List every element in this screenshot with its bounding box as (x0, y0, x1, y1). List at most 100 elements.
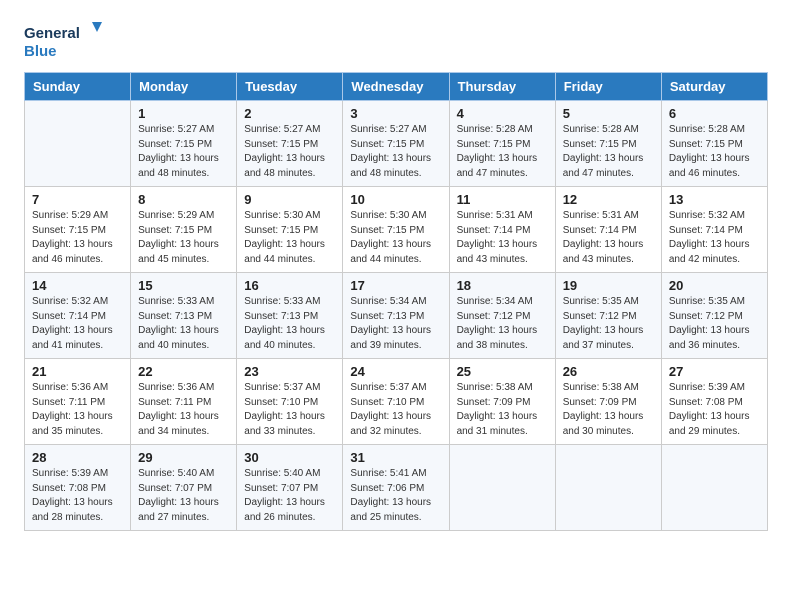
day-cell: 21 Sunrise: 5:36 AM Sunset: 7:11 PM Dayli… (25, 359, 131, 445)
day-info: Sunrise: 5:28 AM Sunset: 7:15 PM Dayligh… (457, 123, 548, 181)
day-number: 15 (138, 278, 229, 293)
day-number: 13 (669, 192, 760, 207)
day-info: Sunrise: 5:40 AM Sunset: 7:07 PM Dayligh… (244, 467, 335, 525)
day-number: 28 (32, 450, 123, 465)
day-cell: 23 Sunrise: 5:37 AM Sunset: 7:10 PM Dayli… (237, 359, 343, 445)
day-cell: 3 Sunrise: 5:27 AM Sunset: 7:15 PM Daylig… (343, 101, 449, 187)
day-number: 2 (244, 106, 335, 121)
day-cell: 12 Sunrise: 5:31 AM Sunset: 7:14 PM Dayli… (555, 187, 661, 273)
day-info: Sunrise: 5:37 AM Sunset: 7:10 PM Dayligh… (244, 381, 335, 439)
day-number: 11 (457, 192, 548, 207)
day-info: Sunrise: 5:36 AM Sunset: 7:11 PM Dayligh… (32, 381, 123, 439)
day-info: Sunrise: 5:28 AM Sunset: 7:15 PM Dayligh… (669, 123, 760, 181)
day-number: 22 (138, 364, 229, 379)
header-cell-wednesday: Wednesday (343, 73, 449, 101)
header-cell-saturday: Saturday (661, 73, 767, 101)
day-number: 30 (244, 450, 335, 465)
day-number: 7 (32, 192, 123, 207)
day-cell: 29 Sunrise: 5:40 AM Sunset: 7:07 PM Dayli… (131, 445, 237, 531)
week-row-4: 21 Sunrise: 5:36 AM Sunset: 7:11 PM Dayli… (25, 359, 768, 445)
day-cell: 16Sunrise: 5:33 AM Sunset: 7:13 PM Dayli… (237, 273, 343, 359)
day-cell: 11Sunrise: 5:31 AM Sunset: 7:14 PM Dayli… (449, 187, 555, 273)
day-number: 8 (138, 192, 229, 207)
day-cell: 6 Sunrise: 5:28 AM Sunset: 7:15 PM Daylig… (661, 101, 767, 187)
day-number: 20 (669, 278, 760, 293)
day-cell: 17Sunrise: 5:34 AM Sunset: 7:13 PM Dayli… (343, 273, 449, 359)
day-info: Sunrise: 5:40 AM Sunset: 7:07 PM Dayligh… (138, 467, 229, 525)
week-row-5: 28 Sunrise: 5:39 AM Sunset: 7:08 PM Dayli… (25, 445, 768, 531)
day-info: Sunrise: 5:38 AM Sunset: 7:09 PM Dayligh… (563, 381, 654, 439)
day-info: Sunrise: 5:36 AM Sunset: 7:11 PM Dayligh… (138, 381, 229, 439)
day-cell: 24 Sunrise: 5:37 AM Sunset: 7:10 PM Dayli… (343, 359, 449, 445)
day-info: Sunrise: 5:27 AM Sunset: 7:15 PM Dayligh… (350, 123, 441, 181)
svg-text:Blue: Blue (24, 43, 57, 60)
day-info: Sunrise: 5:28 AM Sunset: 7:15 PM Dayligh… (563, 123, 654, 181)
week-row-1: 1 Sunrise: 5:27 AM Sunset: 7:15 PM Daylig… (25, 101, 768, 187)
day-number: 24 (350, 364, 441, 379)
day-number: 6 (669, 106, 760, 121)
header-cell-thursday: Thursday (449, 73, 555, 101)
day-info: Sunrise: 5:27 AM Sunset: 7:15 PM Dayligh… (138, 123, 229, 181)
day-cell (449, 445, 555, 531)
day-number: 29 (138, 450, 229, 465)
day-number: 1 (138, 106, 229, 121)
calendar-table: SundayMondayTuesdayWednesdayThursdayFrid… (24, 72, 768, 531)
day-info: Sunrise: 5:29 AM Sunset: 7:15 PM Dayligh… (32, 209, 123, 267)
day-cell: 7 Sunrise: 5:29 AM Sunset: 7:15 PM Daylig… (25, 187, 131, 273)
day-cell: 2 Sunrise: 5:27 AM Sunset: 7:15 PM Daylig… (237, 101, 343, 187)
day-info: Sunrise: 5:34 AM Sunset: 7:12 PM Dayligh… (457, 295, 548, 353)
day-cell: 10 Sunrise: 5:30 AM Sunset: 7:15 PM Dayli… (343, 187, 449, 273)
logo: General Blue (24, 20, 104, 64)
page-header: General Blue (24, 20, 768, 64)
day-cell (555, 445, 661, 531)
day-info: Sunrise: 5:39 AM Sunset: 7:08 PM Dayligh… (669, 381, 760, 439)
day-number: 4 (457, 106, 548, 121)
week-row-3: 14 Sunrise: 5:32 AM Sunset: 7:14 PM Dayli… (25, 273, 768, 359)
day-number: 9 (244, 192, 335, 207)
day-cell: 18 Sunrise: 5:34 AM Sunset: 7:12 PM Dayli… (449, 273, 555, 359)
day-number: 5 (563, 106, 654, 121)
day-info: Sunrise: 5:27 AM Sunset: 7:15 PM Dayligh… (244, 123, 335, 181)
header-cell-sunday: Sunday (25, 73, 131, 101)
day-cell: 27 Sunrise: 5:39 AM Sunset: 7:08 PM Dayli… (661, 359, 767, 445)
day-number: 10 (350, 192, 441, 207)
day-info: Sunrise: 5:37 AM Sunset: 7:10 PM Dayligh… (350, 381, 441, 439)
day-info: Sunrise: 5:39 AM Sunset: 7:08 PM Dayligh… (32, 467, 123, 525)
day-info: Sunrise: 5:35 AM Sunset: 7:12 PM Dayligh… (563, 295, 654, 353)
day-cell: 15 Sunrise: 5:33 AM Sunset: 7:13 PM Dayli… (131, 273, 237, 359)
day-number: 18 (457, 278, 548, 293)
day-info: Sunrise: 5:38 AM Sunset: 7:09 PM Dayligh… (457, 381, 548, 439)
header-cell-tuesday: Tuesday (237, 73, 343, 101)
day-cell: 19 Sunrise: 5:35 AM Sunset: 7:12 PM Dayli… (555, 273, 661, 359)
day-info: Sunrise: 5:33 AM Sunset: 7:13 PM Dayligh… (244, 295, 335, 353)
day-number: 23 (244, 364, 335, 379)
day-number: 27 (669, 364, 760, 379)
day-number: 21 (32, 364, 123, 379)
day-cell: 14 Sunrise: 5:32 AM Sunset: 7:14 PM Dayli… (25, 273, 131, 359)
day-info: Sunrise: 5:34 AM Sunset: 7:13 PM Dayligh… (350, 295, 441, 353)
day-info: Sunrise: 5:41 AM Sunset: 7:06 PM Dayligh… (350, 467, 441, 525)
day-number: 14 (32, 278, 123, 293)
day-number: 25 (457, 364, 548, 379)
day-number: 19 (563, 278, 654, 293)
day-cell: 4 Sunrise: 5:28 AM Sunset: 7:15 PM Daylig… (449, 101, 555, 187)
day-cell: 5 Sunrise: 5:28 AM Sunset: 7:15 PM Daylig… (555, 101, 661, 187)
day-number: 12 (563, 192, 654, 207)
day-cell: 22 Sunrise: 5:36 AM Sunset: 7:11 PM Dayli… (131, 359, 237, 445)
day-cell (25, 101, 131, 187)
day-info: Sunrise: 5:32 AM Sunset: 7:14 PM Dayligh… (32, 295, 123, 353)
day-info: Sunrise: 5:32 AM Sunset: 7:14 PM Dayligh… (669, 209, 760, 267)
day-info: Sunrise: 5:33 AM Sunset: 7:13 PM Dayligh… (138, 295, 229, 353)
day-cell: 26Sunrise: 5:38 AM Sunset: 7:09 PM Dayli… (555, 359, 661, 445)
week-row-2: 7 Sunrise: 5:29 AM Sunset: 7:15 PM Daylig… (25, 187, 768, 273)
day-cell (661, 445, 767, 531)
day-info: Sunrise: 5:30 AM Sunset: 7:15 PM Dayligh… (244, 209, 335, 267)
day-number: 3 (350, 106, 441, 121)
day-info: Sunrise: 5:30 AM Sunset: 7:15 PM Dayligh… (350, 209, 441, 267)
day-cell: 8Sunrise: 5:29 AM Sunset: 7:15 PM Daylig… (131, 187, 237, 273)
day-cell: 31Sunrise: 5:41 AM Sunset: 7:06 PM Dayli… (343, 445, 449, 531)
header-row: SundayMondayTuesdayWednesdayThursdayFrid… (25, 73, 768, 101)
day-cell: 9 Sunrise: 5:30 AM Sunset: 7:15 PM Daylig… (237, 187, 343, 273)
header-cell-friday: Friday (555, 73, 661, 101)
day-info: Sunrise: 5:31 AM Sunset: 7:14 PM Dayligh… (563, 209, 654, 267)
